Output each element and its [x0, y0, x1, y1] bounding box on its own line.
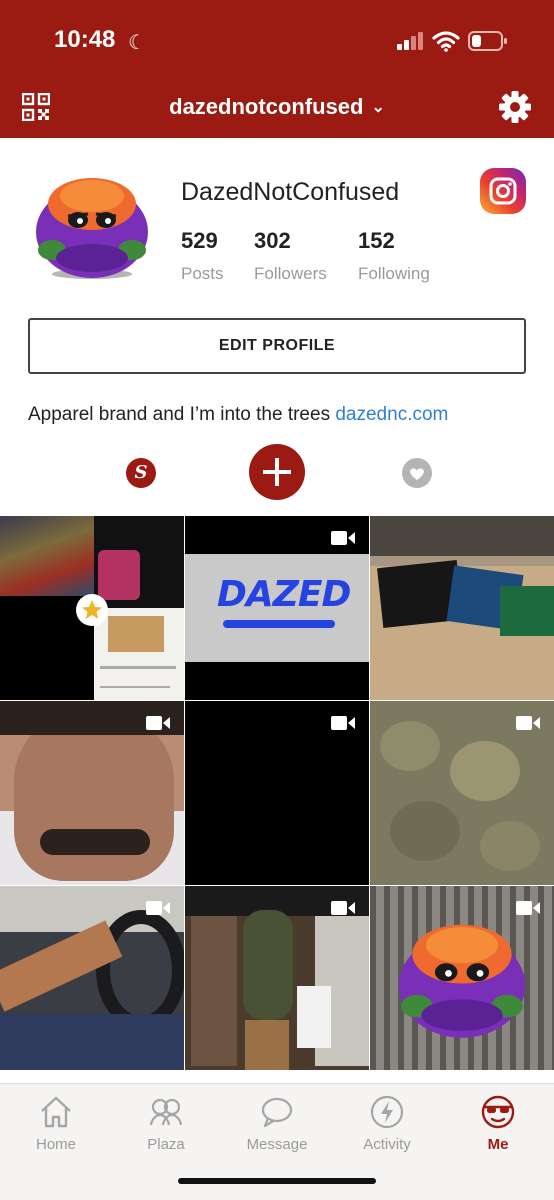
stat-followers[interactable]: 302 Followers: [254, 228, 327, 284]
bio: Apparel brand and I’m into the trees daz…: [28, 404, 448, 426]
post-tile[interactable]: [185, 701, 369, 885]
stat-value: 302: [254, 228, 291, 253]
focus-moon-icon: ☾: [128, 32, 146, 54]
nav-message[interactable]: Message: [232, 1094, 322, 1153]
stat-label: Posts: [181, 264, 224, 283]
bio-text: Apparel brand and I’m into the trees: [28, 404, 336, 425]
activity-icon: [370, 1095, 404, 1129]
status-time: 10:48: [54, 26, 116, 53]
post-tile[interactable]: [370, 886, 554, 1070]
gear-icon[interactable]: [498, 90, 532, 124]
nav-me[interactable]: Me: [453, 1094, 543, 1153]
top-header: 10:48 ☾ dazednotconfused ⌄: [0, 0, 554, 138]
video-camera-icon: [331, 716, 355, 730]
video-camera-icon: [146, 901, 170, 915]
liked-tab-heart-icon[interactable]: [402, 458, 432, 488]
post-tile[interactable]: [185, 886, 369, 1070]
home-icon: [41, 1096, 71, 1128]
video-camera-icon: [331, 901, 355, 915]
nav-activity[interactable]: Activity: [342, 1094, 432, 1153]
stat-posts[interactable]: 529 Posts: [181, 228, 224, 284]
post-tile[interactable]: DAZED: [185, 516, 369, 700]
instagram-icon[interactable]: [480, 168, 526, 214]
profile-nav-row: dazednotconfused ⌄: [0, 84, 554, 130]
post-tile[interactable]: [0, 701, 184, 885]
video-camera-icon: [331, 531, 355, 545]
starred-badge: [76, 594, 108, 626]
bio-link[interactable]: dazednc.com: [335, 404, 448, 425]
status-bar: 10:48 ☾: [0, 0, 554, 80]
stat-label: Following: [358, 264, 430, 283]
add-post-button[interactable]: [249, 444, 305, 500]
nav-label: Message: [246, 1136, 308, 1153]
me-icon: [481, 1095, 515, 1129]
shop-tab-icon[interactable]: S: [126, 458, 156, 488]
edit-profile-button[interactable]: EDIT PROFILE: [28, 318, 526, 374]
star-icon: [82, 600, 102, 619]
battery-icon: [468, 31, 507, 51]
nav-label: Activity: [363, 1136, 411, 1153]
cellular-signal-icon: [397, 32, 423, 50]
home-indicator: [178, 1178, 376, 1184]
wifi-icon: [432, 31, 460, 52]
nav-label: Plaza: [147, 1136, 185, 1153]
account-name: dazednotconfused: [169, 94, 364, 119]
post-tile[interactable]: [370, 701, 554, 885]
message-icon: [261, 1097, 293, 1128]
post-tile[interactable]: [0, 886, 184, 1070]
video-camera-icon: [516, 901, 540, 915]
profile-tabs: S: [0, 444, 554, 500]
display-name: DazedNotConfused: [181, 178, 400, 206]
post-grid: DAZED: [0, 516, 554, 1086]
post-tile[interactable]: [0, 516, 184, 700]
chevron-down-icon: ⌄: [371, 99, 385, 116]
post-tile[interactable]: [370, 516, 554, 700]
stat-value: 152: [358, 228, 395, 253]
nav-label: Home: [35, 1136, 76, 1153]
profile-stats: 529 Posts 302 Followers 152 Following: [0, 228, 554, 288]
dazed-logo-text: DAZED: [217, 574, 351, 615]
stat-value: 529: [181, 228, 218, 253]
nav-plaza[interactable]: Plaza: [121, 1094, 211, 1153]
plaza-icon: [149, 1098, 183, 1126]
nav-label: Me: [487, 1136, 509, 1153]
video-camera-icon: [146, 716, 170, 730]
video-camera-icon: [516, 716, 540, 730]
account-switcher[interactable]: dazednotconfused ⌄: [0, 94, 554, 120]
nav-home[interactable]: Home: [11, 1094, 101, 1153]
stat-label: Followers: [254, 264, 327, 283]
stat-following[interactable]: 152 Following: [358, 228, 430, 284]
mascot-image: [398, 924, 526, 1038]
